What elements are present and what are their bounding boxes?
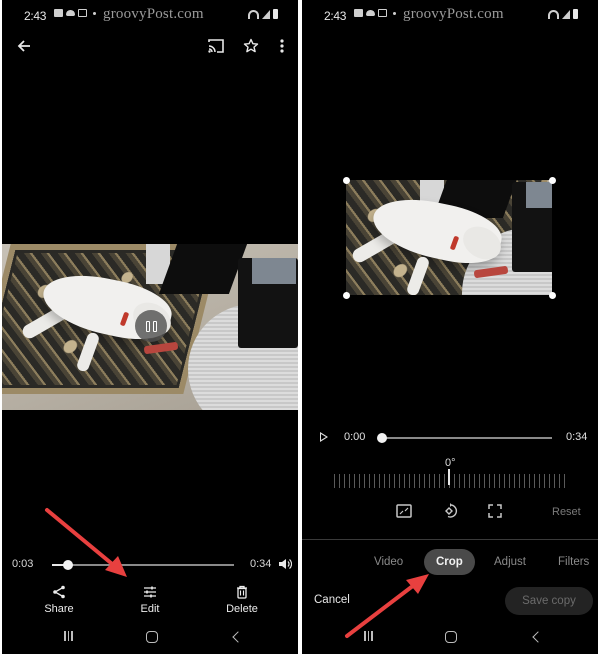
rotation-dial[interactable] — [334, 474, 568, 488]
tab-filters[interactable]: Filters — [546, 549, 598, 575]
recents-icon[interactable] — [364, 631, 373, 641]
crop-handle-bottom-left[interactable] — [343, 292, 350, 299]
back-button[interactable] — [12, 34, 36, 58]
video-scene-chair-top — [526, 182, 552, 208]
reset-button[interactable]: Reset — [552, 506, 581, 518]
cancel-button[interactable]: Cancel — [314, 594, 350, 606]
pause-icon — [145, 320, 150, 332]
notification-icons — [354, 9, 396, 17]
more-vert-icon — [280, 39, 284, 53]
gallery-icon — [54, 9, 63, 17]
share-button[interactable]: Share — [29, 585, 89, 615]
signal-icon — [562, 10, 570, 19]
more-options-button[interactable] — [270, 34, 294, 58]
cast-button[interactable] — [204, 34, 228, 58]
mail-icon — [78, 9, 87, 17]
gallery-icon — [354, 9, 363, 17]
star-icon — [243, 38, 259, 53]
mail-icon — [378, 9, 387, 17]
battery-icon — [573, 9, 578, 19]
free-crop-icon[interactable] — [486, 502, 504, 520]
duration: 0:34 — [250, 558, 272, 570]
seek-bar[interactable] — [52, 560, 234, 570]
edit-label: Edit — [140, 603, 160, 615]
save-copy-button[interactable]: Save copy — [505, 587, 593, 615]
pause-icon — [152, 320, 157, 332]
tab-adjust[interactable]: Adjust — [482, 549, 538, 575]
video-viewer-screen: 2:43 groovyPost.com 0:03 0:34 Share Edit… — [2, 0, 298, 654]
status-bar: 2:43 groovyPost.com — [302, 6, 598, 26]
video-editor-screen: 2:43 groovyPost.com 0:00 0:34 0° Reset V… — [302, 0, 598, 654]
dot-icon — [393, 11, 396, 15]
system-icons — [548, 9, 578, 19]
home-icon[interactable] — [146, 631, 158, 643]
seek-bar[interactable] — [377, 433, 552, 443]
viewer-action-bar: Share Edit Delete — [2, 585, 298, 621]
navigation-bar — [2, 628, 298, 650]
wifi-icon — [548, 10, 559, 19]
crop-video-frame — [346, 180, 552, 295]
delete-button[interactable]: Delete — [212, 585, 272, 615]
rotation-angle-label: 0° — [445, 457, 456, 469]
cloud-icon — [366, 10, 375, 16]
tune-icon — [144, 586, 156, 598]
back-icon[interactable] — [532, 631, 544, 643]
play-icon[interactable] — [320, 432, 328, 442]
crop-preview[interactable] — [346, 180, 552, 295]
video-scene-chair-top — [252, 258, 296, 284]
arrow-left-icon — [17, 40, 30, 52]
playback-scrubber: 0:03 0:34 — [2, 555, 298, 575]
share-label: Share — [44, 603, 74, 615]
recents-icon[interactable] — [64, 631, 73, 641]
watermark: groovyPost.com — [403, 6, 504, 22]
notification-icons — [54, 9, 96, 17]
edit-button[interactable]: Edit — [120, 585, 180, 615]
editor-playback: 0:00 0:34 — [302, 428, 598, 448]
crop-tools: Reset — [302, 502, 598, 522]
back-icon[interactable] — [232, 631, 244, 643]
cast-icon — [208, 39, 224, 53]
watermark: groovyPost.com — [103, 6, 204, 22]
share-icon — [53, 585, 65, 599]
wifi-icon — [248, 10, 259, 19]
pause-button[interactable] — [135, 310, 167, 342]
crop-handle-top-right[interactable] — [549, 177, 556, 184]
crop-handle-top-left[interactable] — [343, 177, 350, 184]
favorite-button[interactable] — [239, 34, 263, 58]
divider — [302, 539, 598, 540]
volume-icon[interactable] — [278, 557, 292, 571]
battery-icon — [273, 9, 278, 19]
signal-icon — [262, 10, 270, 19]
delete-label: Delete — [226, 603, 258, 615]
current-time: 0:00 — [344, 431, 366, 443]
status-time: 2:43 — [24, 9, 47, 23]
duration: 0:34 — [566, 431, 588, 443]
status-time: 2:43 — [324, 9, 347, 23]
tab-video[interactable]: Video — [362, 549, 415, 575]
tab-crop[interactable]: Crop — [424, 549, 475, 575]
current-time: 0:03 — [12, 558, 34, 570]
cloud-icon — [66, 10, 75, 16]
trash-icon — [237, 585, 247, 599]
navigation-bar — [302, 628, 598, 650]
seek-bar-thumb[interactable] — [377, 433, 387, 443]
editor-tabs: Video Crop Adjust Filters — [302, 549, 598, 575]
system-icons — [248, 9, 278, 19]
rotation-dial-indicator — [448, 469, 450, 485]
seek-bar-thumb[interactable] — [63, 560, 74, 570]
aspect-ratio-icon[interactable] — [395, 502, 413, 520]
status-bar: 2:43 groovyPost.com — [2, 6, 298, 26]
dot-icon — [93, 11, 96, 15]
rotate-icon[interactable] — [441, 502, 459, 520]
home-icon[interactable] — [445, 631, 457, 643]
crop-handle-bottom-right[interactable] — [549, 292, 556, 299]
